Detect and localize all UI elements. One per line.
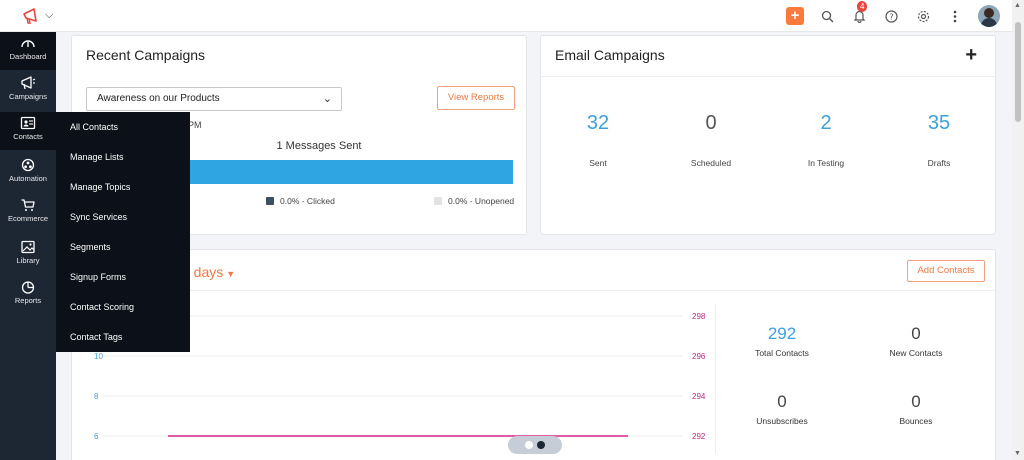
total-contacts-value[interactable]: 292 — [737, 324, 827, 344]
dashboard-gauge-icon — [21, 40, 35, 48]
view-reports-button[interactable]: View Reports — [437, 86, 515, 110]
total-contacts-label: Total Contacts — [755, 348, 809, 358]
pager-dot-1[interactable] — [525, 441, 533, 449]
unsubscribes-value[interactable]: 0 — [737, 392, 827, 412]
left-axis-tick-label: 8 — [94, 392, 99, 401]
contacts-overview-card: 0 days ▼ Add Contacts 10 8 6 298 296 294 292 2… — [71, 249, 996, 460]
cart-icon — [21, 199, 35, 211]
pager-dot-2[interactable] — [537, 441, 545, 449]
pie-chart-icon — [21, 281, 35, 294]
menu-item-signup-forms[interactable]: Signup Forms — [56, 262, 190, 292]
contacts-flyout-menu: All Contacts Manage Lists Manage Topics … — [56, 112, 190, 352]
unsubscribes-label: Unsubscribes — [756, 416, 808, 426]
sidebar-item-label: Campaigns — [9, 92, 47, 101]
page-scrollbar[interactable]: ▲ ▼ — [1012, 0, 1024, 460]
menu-item-manage-lists[interactable]: Manage Lists — [56, 142, 190, 172]
recent-campaigns-title: Recent Campaigns — [86, 47, 206, 63]
main-sidebar: Dashboard Campaigns Contacts Automation … — [0, 32, 56, 460]
bounces-label: Bounces — [899, 416, 933, 426]
stat-scheduled-label: Scheduled — [690, 158, 732, 168]
right-axis-tick-label: 296 — [692, 352, 706, 361]
menu-item-segments[interactable]: Segments — [56, 232, 190, 262]
sidebar-item-library[interactable]: Library — [0, 236, 56, 274]
bounces-value[interactable]: 0 — [871, 392, 961, 412]
sidebar-item-label: Dashboard — [9, 52, 47, 61]
campaign-select-value: Awareness on our Products — [97, 93, 220, 104]
user-avatar[interactable] — [978, 5, 1000, 27]
chart-divider — [715, 304, 716, 454]
scrollbar-thumb[interactable] — [1015, 22, 1021, 122]
add-contacts-button[interactable]: Add Contacts — [907, 260, 985, 282]
sidebar-item-label: Reports — [14, 296, 42, 305]
sidebar-item-label: Library — [16, 256, 40, 265]
campaign-sent-time: PM — [188, 120, 202, 130]
campaigns-logo-icon[interactable] — [22, 7, 40, 25]
sidebar-item-label: Contacts — [13, 132, 43, 141]
menu-item-all-contacts[interactable]: All Contacts — [56, 112, 190, 142]
add-campaign-plus-button[interactable]: + — [965, 44, 977, 67]
app-switcher-chevron-down-icon[interactable]: ⌵ — [45, 9, 53, 22]
new-contacts-label: New Contacts — [889, 348, 943, 358]
stat-in-testing-value[interactable]: 2 — [786, 112, 866, 135]
card-divider — [72, 290, 995, 291]
sidebar-item-contacts[interactable]: Contacts — [0, 112, 56, 150]
stat-scheduled-value[interactable]: 0 — [671, 112, 751, 135]
megaphone-icon — [21, 76, 36, 90]
new-contacts-value[interactable]: 0 — [871, 324, 961, 344]
legend-clicked-label: 0.0% - Clicked — [280, 196, 335, 206]
settings-gear-icon[interactable] — [914, 7, 932, 25]
legend-swatch — [434, 197, 442, 205]
notification-bell-icon[interactable]: 4 — [850, 1, 868, 25]
right-axis-tick-label: 298 — [692, 312, 706, 321]
carousel-pager[interactable] — [508, 436, 562, 454]
notification-count-badge: 4 — [857, 1, 868, 12]
quick-create-plus-button[interactable]: + — [786, 7, 804, 25]
legend-swatch — [266, 197, 274, 205]
legend-clicked: 0.0% - Clicked — [266, 196, 335, 206]
sidebar-item-automation[interactable]: Automation — [0, 154, 56, 192]
image-gallery-icon — [21, 240, 35, 254]
menu-item-contact-tags[interactable]: Contact Tags — [56, 322, 190, 352]
contact-card-icon — [20, 116, 36, 130]
search-icon[interactable] — [818, 7, 836, 25]
help-icon[interactable]: ? — [882, 7, 900, 25]
right-axis-tick-label: 294 — [692, 392, 706, 401]
legend-unopened: 0.0% - Unopened — [434, 196, 514, 206]
top-bar: ⌵ + 4 ? — [0, 0, 1012, 32]
menu-item-sync-services[interactable]: Sync Services — [56, 202, 190, 232]
scroll-down-arrow-icon[interactable]: ▼ — [1014, 450, 1021, 457]
chevron-down-icon: ⌄ — [322, 93, 332, 105]
stat-sent-value[interactable]: 32 — [558, 112, 638, 135]
caret-down-icon: ▼ — [226, 269, 236, 279]
sidebar-item-campaigns[interactable]: Campaigns — [0, 72, 56, 110]
sidebar-item-ecommerce[interactable]: Ecommerce — [0, 194, 56, 232]
menu-item-manage-topics[interactable]: Manage Topics — [56, 172, 190, 202]
card-divider — [541, 76, 995, 77]
stat-drafts-value[interactable]: 35 — [899, 112, 979, 135]
stat-drafts-label: Drafts — [927, 158, 951, 168]
sidebar-item-label: Ecommerce — [7, 214, 48, 223]
left-axis-tick-label: 6 — [94, 432, 99, 441]
sidebar-item-label: Automation — [9, 174, 47, 183]
stat-in-testing-label: In Testing — [807, 158, 845, 168]
automation-icon — [21, 158, 35, 172]
right-axis-tick-label: 292 — [692, 432, 706, 441]
menu-item-contact-scoring[interactable]: Contact Scoring — [56, 292, 190, 322]
sidebar-item-dashboard[interactable]: Dashboard — [0, 32, 56, 70]
left-axis-tick-label: 10 — [94, 352, 103, 361]
sidebar-item-reports[interactable]: Reports — [0, 276, 56, 314]
campaign-select[interactable]: Awareness on our Products ⌄ — [86, 87, 342, 111]
more-options-icon[interactable] — [946, 7, 964, 25]
legend-unopened-label: 0.0% - Unopened — [448, 196, 515, 206]
stat-sent-label: Sent — [589, 158, 607, 168]
scroll-up-arrow-icon[interactable]: ▲ — [1014, 2, 1021, 9]
email-campaigns-card: Email Campaigns + 32 Sent 0 Scheduled 2 … — [540, 35, 996, 235]
email-campaigns-title: Email Campaigns — [555, 47, 665, 63]
svg-text:?: ? — [889, 12, 893, 21]
